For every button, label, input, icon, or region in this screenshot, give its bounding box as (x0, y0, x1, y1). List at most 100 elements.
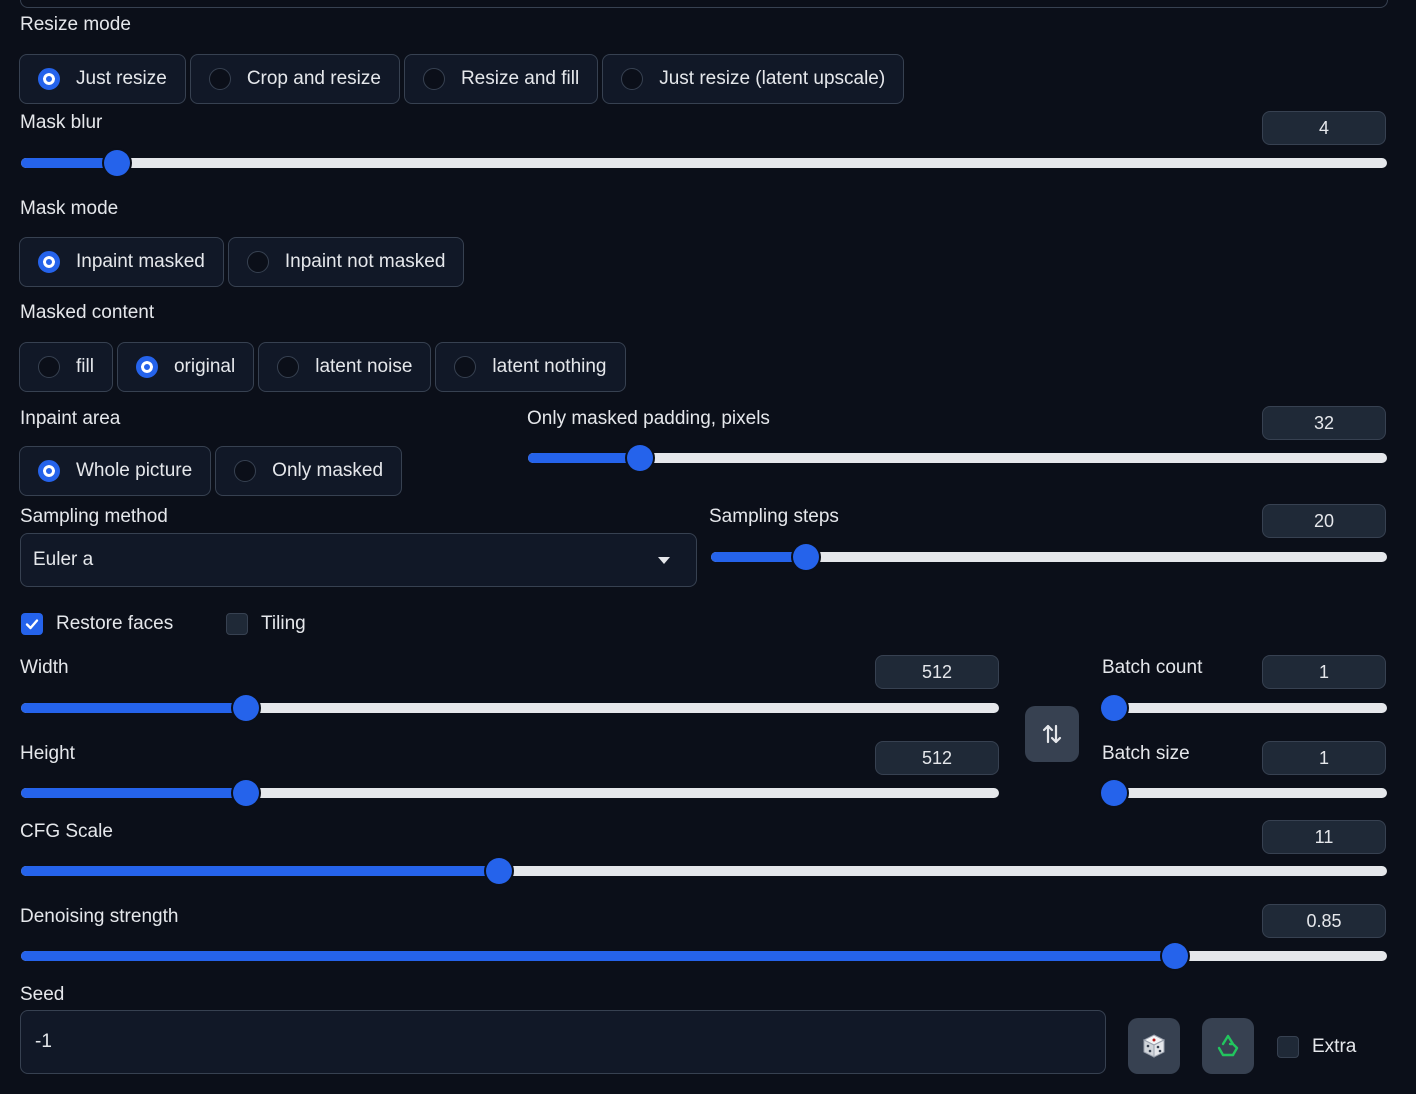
chevron-down-icon (658, 556, 670, 564)
checkmark-icon (25, 619, 39, 630)
masked-content-label: Masked content (20, 302, 155, 323)
slider-fill (21, 703, 246, 713)
slider-thumb[interactable] (792, 544, 819, 570)
masked-content-fill[interactable]: fill (19, 342, 113, 392)
inpaint-area-only-masked[interactable]: Only masked (215, 446, 403, 496)
denoising-strength-number-input[interactable]: 0.85 (1262, 904, 1386, 938)
option-label: Resize and fill (460, 68, 580, 89)
slider-thumb[interactable] (1101, 780, 1127, 806)
option-label: Crop and resize (246, 68, 381, 89)
denoising-strength-slider[interactable] (21, 943, 1387, 969)
sampling-steps-number-input[interactable]: 20 (1262, 504, 1386, 538)
extra-label: Extra (1312, 1036, 1357, 1057)
sampling-method-value: Euler a (33, 549, 94, 570)
cfg-scale-label: CFG Scale (20, 821, 113, 842)
radio-unselected-icon (454, 356, 477, 378)
option-label: Inpaint masked (76, 251, 205, 272)
recycle-icon (1217, 1034, 1239, 1057)
inpaint-area-label: Inpaint area (20, 408, 121, 429)
radio-unselected-icon (208, 68, 231, 90)
masked-content-original[interactable]: original (116, 342, 255, 392)
slider-thumb[interactable] (486, 858, 513, 884)
resize-mode-just-resize[interactable]: Just resize (19, 54, 186, 104)
mask-blur-label: Mask blur (20, 112, 103, 133)
width-slider[interactable] (21, 695, 999, 721)
sampling-steps-slider[interactable] (711, 544, 1387, 570)
batch-count-label: Batch count (1102, 657, 1203, 678)
option-label: Whole picture (76, 460, 193, 481)
slider-thumb[interactable] (232, 695, 259, 721)
width-label: Width (20, 657, 69, 678)
radio-unselected-icon (422, 68, 445, 90)
cfg-scale-slider[interactable] (21, 858, 1387, 884)
swap-dimensions-icon (1042, 724, 1062, 744)
tiling-label: Tiling (261, 613, 306, 634)
masked-content-latent-nothing[interactable]: latent nothing (435, 342, 626, 392)
slider-fill (21, 951, 1176, 961)
mask-mode-label: Mask mode (20, 198, 119, 219)
masked-content-radio-group: fill original latent noise latent nothin… (19, 342, 626, 392)
batch-size-number-input[interactable]: 1 (1262, 741, 1386, 775)
mask-mode-radio-group: Inpaint masked Inpaint not masked (19, 237, 465, 287)
slider-thumb[interactable] (232, 780, 259, 806)
slider-thumb[interactable] (1101, 695, 1127, 721)
mask-blur-number-input[interactable]: 4 (1262, 111, 1386, 145)
option-label: latent noise (315, 356, 413, 377)
only-masked-padding-label: Only masked padding, pixels (527, 408, 770, 429)
extra-checkbox[interactable] (1277, 1036, 1299, 1058)
radio-unselected-icon (621, 68, 644, 90)
radio-unselected-icon (246, 251, 269, 273)
slider-fill (21, 788, 246, 798)
resize-mode-latent-upscale[interactable]: Just resize (latent upscale) (602, 54, 905, 104)
mask-mode-inpaint-not-masked[interactable]: Inpaint not masked (227, 237, 465, 287)
reuse-seed-button[interactable] (1202, 1018, 1254, 1074)
restore-faces-label: Restore faces (56, 613, 174, 634)
only-masked-padding-number-input[interactable]: 32 (1262, 406, 1386, 440)
masked-content-latent-noise[interactable]: latent noise (258, 342, 432, 392)
height-number-input[interactable]: 512 (875, 741, 999, 775)
radio-selected-icon (38, 251, 60, 273)
radio-selected-icon (135, 356, 158, 378)
sampling-method-dropdown[interactable]: Euler a (20, 533, 697, 587)
slider-fill (21, 158, 117, 168)
batch-size-label: Batch size (1102, 743, 1190, 764)
seed-input[interactable]: -1 (20, 1010, 1106, 1074)
batch-size-slider[interactable] (1101, 780, 1387, 806)
batch-count-slider[interactable] (1101, 695, 1387, 721)
radio-unselected-icon (234, 460, 257, 482)
width-number-input[interactable]: 512 (875, 655, 999, 689)
resize-mode-crop-and-resize[interactable]: Crop and resize (189, 54, 400, 104)
seed-label: Seed (20, 984, 65, 1005)
mask-mode-inpaint-masked[interactable]: Inpaint masked (19, 237, 224, 287)
previous-panel-edge (20, 0, 1388, 8)
batch-count-number-input[interactable]: 1 (1262, 655, 1386, 689)
height-slider[interactable] (21, 780, 999, 806)
restore-faces-checkbox[interactable] (21, 613, 43, 635)
denoising-strength-label: Denoising strength (20, 906, 179, 927)
swap-dimensions-button[interactable] (1025, 706, 1079, 762)
seed-value: -1 (35, 1031, 52, 1052)
resize-mode-resize-and-fill[interactable]: Resize and fill (403, 54, 599, 104)
only-masked-padding-slider[interactable] (528, 445, 1387, 471)
slider-thumb[interactable] (103, 150, 130, 176)
option-label: latent nothing (492, 356, 607, 377)
radio-unselected-icon (277, 356, 300, 378)
option-label: Inpaint not masked (284, 251, 446, 272)
option-label: Only masked (272, 460, 384, 481)
inpaint-area-whole-picture[interactable]: Whole picture (19, 446, 212, 496)
slider-fill (711, 552, 806, 562)
option-label: original (173, 356, 236, 377)
slider-fill (21, 866, 500, 876)
cfg-scale-number-input[interactable]: 11 (1262, 820, 1386, 854)
option-label: Just resize (latent upscale) (659, 68, 886, 89)
random-seed-button[interactable] (1128, 1018, 1180, 1074)
sampling-method-label: Sampling method (20, 506, 168, 527)
mask-blur-slider[interactable] (21, 150, 1387, 176)
option-label: fill (76, 356, 94, 377)
radio-selected-icon (38, 68, 60, 90)
height-label: Height (20, 743, 75, 764)
slider-thumb[interactable] (626, 445, 653, 471)
slider-thumb[interactable] (1162, 943, 1189, 969)
tiling-checkbox[interactable] (226, 613, 248, 635)
option-label: Just resize (76, 68, 167, 89)
